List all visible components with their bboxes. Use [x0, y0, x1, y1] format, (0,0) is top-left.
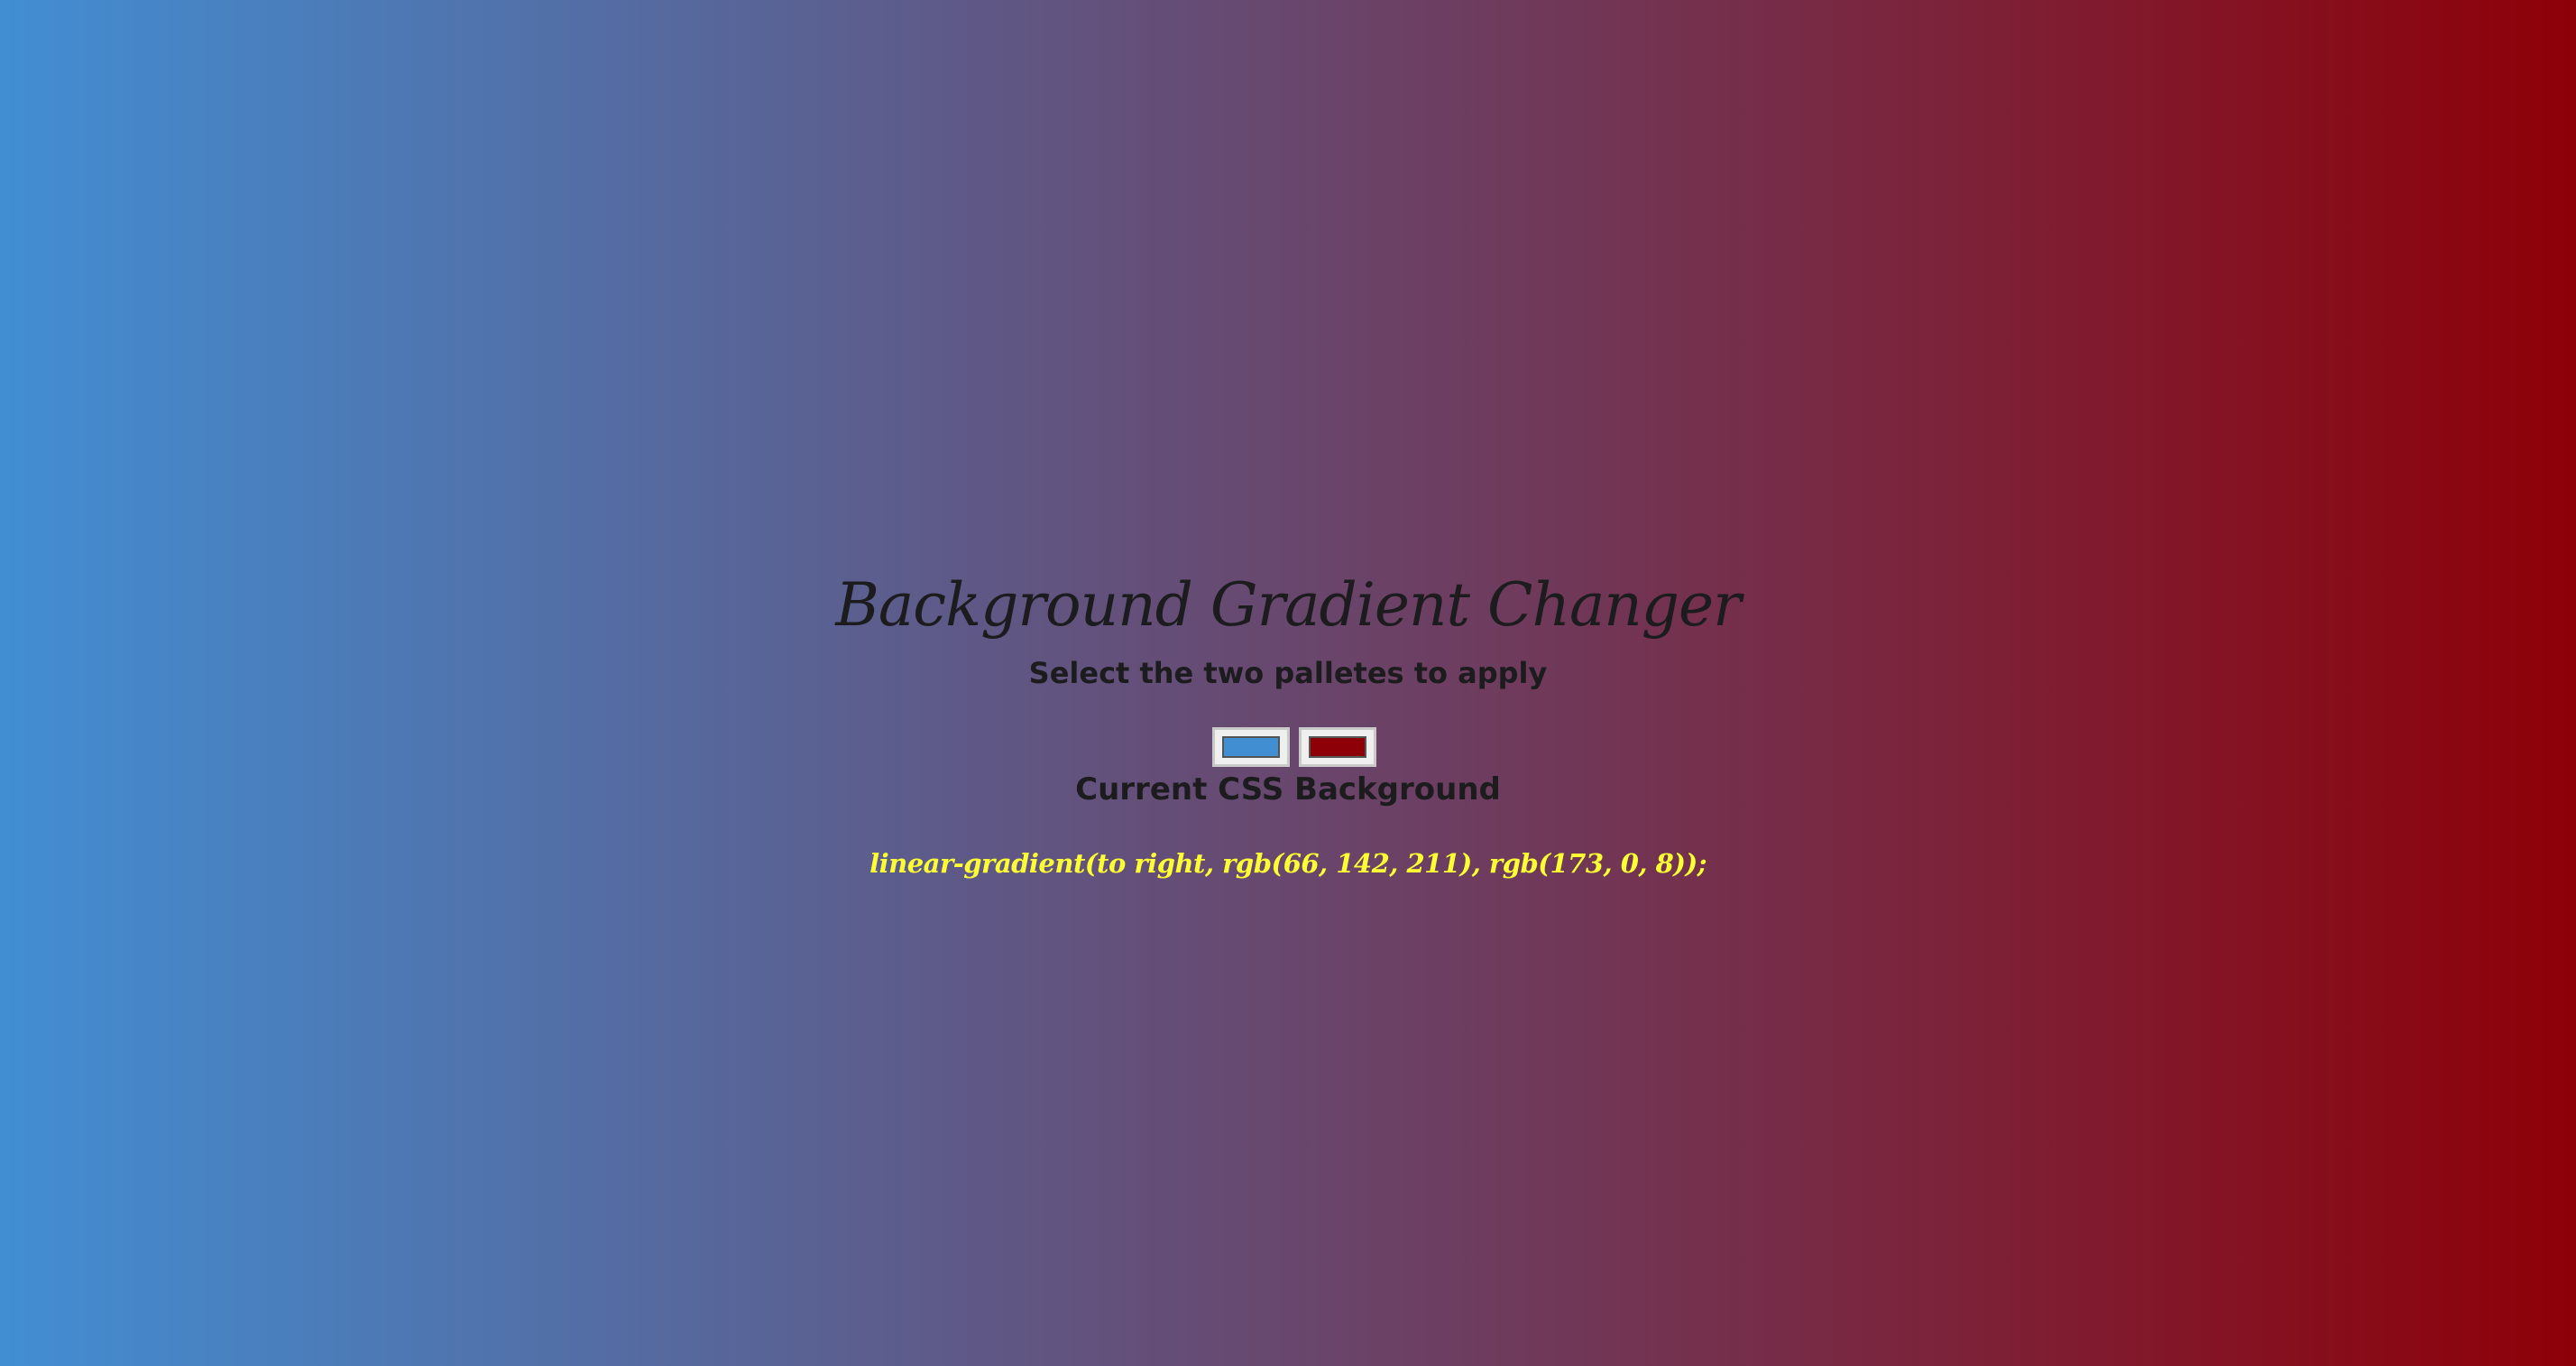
- css-output-text: linear-gradient(to right, rgb(66, 142, 2…: [869, 848, 1707, 879]
- color-pickers: [1212, 727, 1376, 767]
- current-css-heading: Current CSS Background: [1075, 771, 1501, 808]
- page-title: Background Gradient Changer: [835, 570, 1741, 640]
- color-picker-1[interactable]: [1212, 727, 1290, 767]
- color-picker-2-fill: [1309, 736, 1366, 758]
- color-picker-1-fill: [1222, 736, 1280, 758]
- page-subtitle: Select the two palletes to apply: [1028, 656, 1548, 690]
- color-picker-2[interactable]: [1299, 727, 1376, 767]
